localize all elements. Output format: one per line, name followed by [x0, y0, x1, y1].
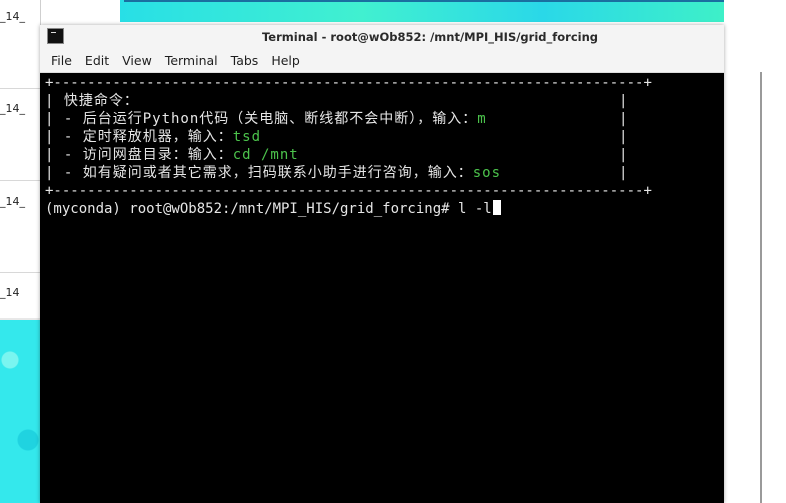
- window-title: Terminal - root@wOb852: /mnt/MPI_HIS/gri…: [261, 30, 599, 44]
- background-window-lower-left: [0, 320, 40, 503]
- banner-header: | 快捷命令：: [45, 93, 139, 109]
- background-label: _14_: [0, 195, 25, 208]
- divider: [0, 88, 40, 89]
- command-description: | - 访问网盘目录：输入：: [45, 147, 233, 163]
- command-input[interactable]: l -l: [458, 201, 492, 217]
- menu-bar: File Edit View Terminal Tabs Help: [40, 49, 724, 73]
- terminal-output[interactable]: +---------------------------------------…: [40, 73, 724, 503]
- banner-command-line: | - 如有疑问或者其它需求，扫码联系小助手进行咨询，输入：sos: [45, 164, 501, 182]
- terminal-window[interactable]: Terminal - root@wOb852: /mnt/MPI_HIS/gri…: [40, 25, 724, 503]
- banner-command-line: | - 后台运行Python代码（关电脑、断线都不会中断），输入：m: [45, 110, 487, 128]
- divider: [0, 272, 40, 273]
- menu-file[interactable]: File: [40, 53, 79, 68]
- banner-right-border: | | | | |: [619, 93, 628, 181]
- menu-view[interactable]: View: [116, 53, 159, 68]
- command-description: | - 定时释放机器，输入：: [45, 129, 233, 145]
- command-shortcut: cd /mnt: [232, 147, 299, 163]
- menu-tabs[interactable]: Tabs: [225, 53, 266, 68]
- command-shortcut: tsd: [232, 129, 262, 145]
- shell-prompt: (myconda) root@wOb852:/mnt/MPI_HIS/grid_…: [45, 201, 459, 217]
- menu-edit[interactable]: Edit: [79, 53, 116, 68]
- background-label: _14_: [0, 10, 25, 23]
- command-description: | - 如有疑问或者其它需求，扫码联系小助手进行咨询，输入：: [45, 165, 473, 181]
- banner-border-bottom: +---------------------------------------…: [45, 183, 652, 199]
- command-description: | - 后台运行Python代码（关电脑、断线都不会中断），输入：: [45, 111, 478, 127]
- banner-command-line: | - 定时释放机器，输入：tsd: [45, 128, 261, 146]
- banner-border-top: +---------------------------------------…: [45, 75, 652, 91]
- background-window-top-border: [124, 0, 724, 2]
- background-label: _14: [0, 286, 20, 299]
- background-window-top: [120, 0, 724, 22]
- desktop-background-right: [724, 0, 786, 503]
- window-titlebar[interactable]: Terminal - root@wOb852: /mnt/MPI_HIS/gri…: [40, 25, 724, 50]
- background-label: _14_: [0, 102, 25, 115]
- text-cursor: [492, 200, 501, 215]
- background-window-shadow: [760, 72, 762, 503]
- background-window-left: _14_ _14_ _14_ _14: [0, 0, 41, 320]
- command-shortcut: sos: [472, 165, 502, 181]
- banner-command-line: | - 访问网盘目录：输入：cd /mnt: [45, 146, 299, 164]
- menu-help[interactable]: Help: [265, 53, 307, 68]
- divider: [0, 180, 40, 181]
- command-prompt-line[interactable]: (myconda) root@wOb852:/mnt/MPI_HIS/grid_…: [45, 200, 501, 218]
- command-shortcut: m: [477, 111, 487, 127]
- menu-terminal[interactable]: Terminal: [159, 53, 225, 68]
